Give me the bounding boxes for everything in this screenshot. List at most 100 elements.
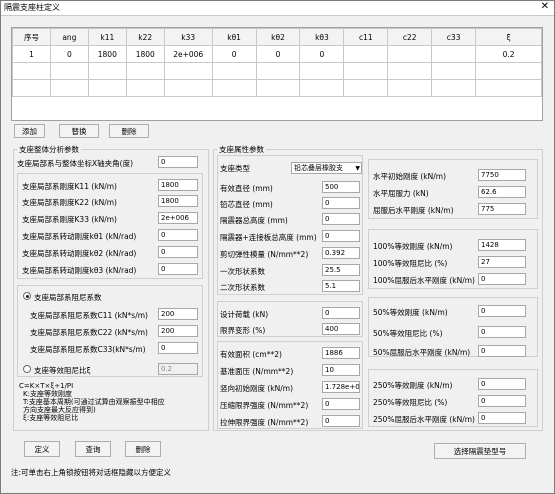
kt1-input[interactable]: 0	[158, 229, 198, 241]
shape-factor2-label: 二次形状系数	[220, 283, 265, 292]
angle-input[interactable]: 0	[158, 156, 198, 168]
d100-input[interactable]: 27	[478, 256, 526, 268]
define-button[interactable]: 定义	[24, 441, 60, 457]
damping-coef-radio[interactable]	[23, 292, 31, 300]
query-button[interactable]: 查询	[75, 441, 111, 457]
h-init-stiffness-label: 水平初始刚度 (kN/m)	[373, 172, 447, 181]
eff-area-input[interactable]: 1886	[322, 347, 360, 359]
chevron-down-icon: ▼	[355, 165, 360, 172]
base-pressure-input[interactable]: 10	[322, 364, 360, 376]
total-height-input[interactable]: 0	[322, 213, 360, 225]
k33-input[interactable]: 2e+006	[158, 212, 198, 224]
compression-limit-input[interactable]: 0	[322, 398, 360, 410]
eff-diameter-label: 有效直径 (mm)	[220, 184, 273, 193]
d100-label: 100%等效阻尼比 (%)	[373, 259, 448, 268]
kt2-input[interactable]: 0	[158, 246, 198, 258]
lead-diameter-input[interactable]: 0	[322, 197, 360, 209]
e250-label: 250%等效刚度 (kN/m)	[373, 381, 453, 390]
table-cell[interactable]: 0	[255, 45, 301, 63]
c11-input[interactable]: 200	[158, 308, 198, 320]
p50-label: 50%屈服后水平刚度 (kN/m)	[373, 348, 471, 357]
kt3-input[interactable]: 0	[158, 263, 198, 275]
c22-input[interactable]: 200	[158, 325, 198, 337]
shape-factor1-label: 一次形状系数	[220, 267, 265, 276]
equivalent-damping-label: 支座等效阻尼比ξ	[34, 366, 91, 375]
table-cell[interactable]	[343, 45, 389, 63]
support-grid: 序号 ang k11 k22 k33 kθ1 kθ2 kθ3 c11 c22 c…	[12, 28, 542, 97]
e100-label: 100%等效刚度 (kN/m)	[373, 242, 453, 251]
col-header: k11	[87, 28, 127, 46]
k11-input[interactable]: 1800	[158, 179, 198, 191]
damping-coef-radio-label: 支座局部系阻尼系数	[34, 293, 102, 302]
shape-factor1-input[interactable]: 25.5	[322, 264, 360, 276]
c11-label: 支座局部系阻尼系数C11 (kN*s/m)	[30, 311, 148, 320]
table-cell[interactable]: 0	[299, 45, 345, 63]
shear-modulus-input[interactable]: 0.392	[322, 247, 360, 259]
table-cell[interactable]: 1800	[125, 45, 165, 63]
col-header: ξ	[475, 28, 542, 46]
vertical-stiffness-input[interactable]: 1.728e+00	[322, 381, 360, 393]
table-cell[interactable]: 0	[49, 45, 89, 63]
k22-label: 支座局部系刚度K22 (kN/m)	[22, 198, 117, 207]
eff-area-label: 有效面积 (cm**2)	[220, 350, 282, 359]
table-cell[interactable]	[431, 45, 477, 63]
col-header: c11	[343, 28, 389, 46]
compression-limit-label: 压缩限界强度 (N/mm**2)	[220, 401, 309, 410]
col-header: kθ1	[211, 28, 257, 46]
table-row[interactable]	[12, 79, 542, 97]
support-type-select[interactable]: 铅芯叠层橡胶支 ▼	[291, 162, 362, 174]
table-cell[interactable]: 1	[12, 45, 51, 63]
title-bar: 隔震支座柱定义 ✕	[1, 1, 554, 16]
p100-input[interactable]: 0	[478, 273, 526, 285]
table-cell[interactable]: 1800	[87, 45, 127, 63]
tension-limit-input[interactable]: 0	[322, 415, 360, 427]
e50-input[interactable]: 0	[478, 305, 526, 317]
vertical-stiffness-label: 竖向初始刚度 (kN/m)	[220, 384, 294, 393]
d50-input[interactable]: 0	[478, 326, 526, 338]
eff-diameter-input[interactable]: 500	[322, 181, 360, 193]
shape-factor2-input[interactable]: 5.1	[322, 280, 360, 292]
table-row[interactable]: 1 0 1800 1800 2e+006 0 0 0 0.2	[12, 45, 542, 63]
angle-label: 支座局部系与整体坐标X轴夹角(度)	[17, 159, 133, 168]
design-load-input[interactable]: 0	[322, 307, 360, 319]
e100-input[interactable]: 1428	[478, 239, 526, 251]
h-post-stiffness-input[interactable]: 775	[478, 203, 526, 215]
h-init-stiffness-input[interactable]: 7750	[478, 169, 526, 181]
p250-input[interactable]: 0	[478, 412, 526, 424]
table-header: 序号 ang k11 k22 k33 kθ1 kθ2 kθ3 c11 c22 c…	[12, 28, 542, 46]
k22-input[interactable]: 1800	[158, 195, 198, 207]
table-cell[interactable]	[387, 45, 433, 63]
delete-row-button[interactable]: 删除	[109, 124, 149, 138]
add-button[interactable]: 添加	[14, 124, 45, 138]
equivalent-damping-radio[interactable]	[23, 365, 31, 373]
table-cell[interactable]: 2e+006	[163, 45, 213, 63]
kt1-label: 支座局部系转动刚度kθ1 (kN/rad)	[22, 232, 137, 241]
plate-height-input[interactable]: 0	[322, 230, 360, 242]
d50-label: 50%等效阻尼比 (%)	[373, 329, 443, 338]
support-type-value: 铅芯叠层橡胶支	[294, 164, 343, 172]
limit-deform-input[interactable]: 400	[322, 323, 360, 335]
table-cell[interactable]: 0.2	[475, 45, 542, 63]
table-cell[interactable]: 0	[211, 45, 257, 63]
d250-label: 250%等效阻尼比 (%)	[373, 398, 448, 407]
e250-input[interactable]: 0	[478, 378, 526, 390]
equivalent-damping-input[interactable]: 0.2	[158, 363, 198, 375]
c33-label: 支座局部系阻尼系数C33(kN*s/m)	[30, 345, 146, 354]
dialog-window: 隔震支座柱定义 ✕ 序号 ang k11 k22 k33 kθ1 kθ2 kθ3…	[0, 0, 555, 494]
support-table[interactable]: 序号 ang k11 k22 k33 kθ1 kθ2 kθ3 c11 c22 c…	[11, 27, 543, 121]
d250-input[interactable]: 0	[478, 395, 526, 407]
delete-button[interactable]: 删除	[125, 441, 161, 457]
c33-input[interactable]: 0	[158, 342, 198, 354]
p50-input[interactable]: 0	[478, 345, 526, 357]
k33-label: 支座局部系刚度K33 (kN/m)	[22, 215, 117, 224]
col-header: k22	[125, 28, 165, 46]
e50-label: 50%等效刚度 (kN/m)	[373, 308, 448, 317]
support-type-label: 支座类型	[220, 164, 250, 173]
select-model-button[interactable]: 选择隔震垫型号	[434, 443, 526, 459]
table-row[interactable]	[12, 62, 542, 80]
h-yield-force-input[interactable]: 62.6	[478, 186, 526, 198]
p250-label: 250%屈服后水平刚度 (kN/m)	[373, 415, 475, 424]
h-yield-force-label: 水平屈服力 (kN)	[373, 189, 429, 198]
close-icon[interactable]: ✕	[541, 1, 549, 12]
replace-button[interactable]: 替换	[59, 124, 99, 138]
